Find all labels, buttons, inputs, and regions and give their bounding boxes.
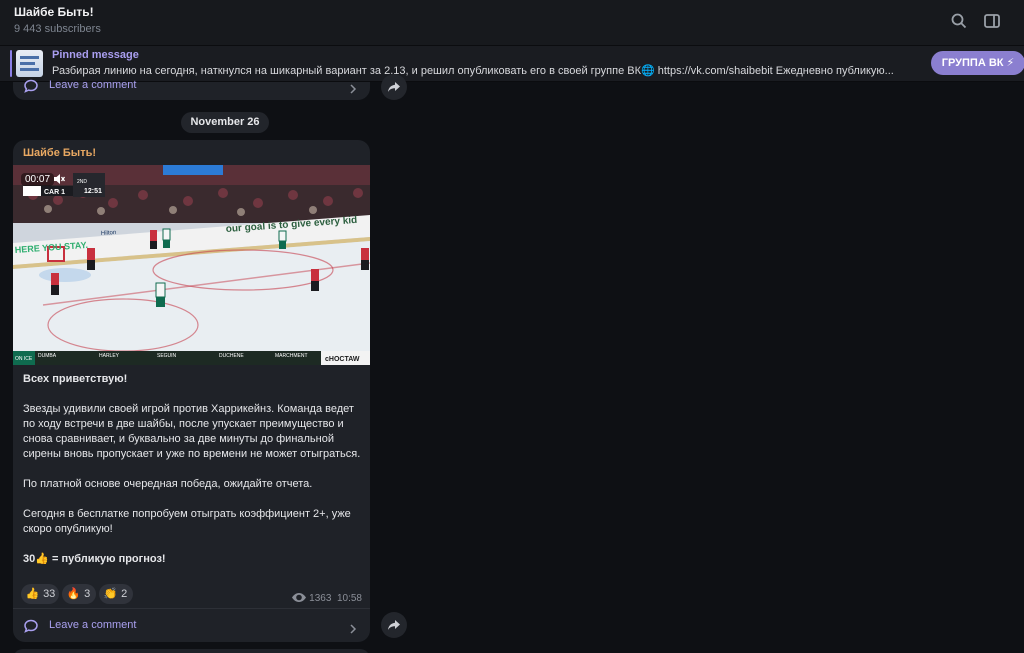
view-count: 1363 — [309, 593, 332, 604]
channel-post: Шайбе Быть! our goal is to give every ki… — [13, 140, 370, 642]
scorebug-team: CAR 1 — [44, 189, 65, 196]
vk-group-button[interactable]: ГРУППА ВК ⚡ — [931, 51, 1024, 75]
scorebug-period: 2ND — [77, 179, 87, 185]
previous-message: Leave a comment — [13, 79, 370, 100]
reaction-clap[interactable]: 👏 2 — [99, 584, 133, 604]
comment-icon — [23, 78, 39, 94]
chat-header: Шайбе Быть! 9 443 subscribers — [0, 0, 1024, 46]
reaction-fire[interactable]: 🔥 3 — [62, 584, 96, 604]
share-icon — [388, 620, 400, 630]
next-message-edge — [13, 649, 370, 653]
hockey-video-frame: our goal is to give every kid HERE YOU S… — [13, 165, 370, 365]
scorebug-clock: 12:51 — [84, 188, 102, 195]
comment-icon — [23, 618, 39, 634]
pinned-accent-bar — [10, 50, 12, 77]
post-call-to-action: 30👍 = публикую прогноз! — [23, 553, 166, 565]
share-button[interactable] — [381, 612, 407, 638]
lower-third-name: HARLEY — [99, 353, 120, 359]
channel-title[interactable]: Шайбе Быть! — [14, 5, 94, 19]
views-icon — [292, 593, 307, 602]
board-sponsor-text: Hilton — [101, 230, 117, 237]
leave-comment-label: Leave a comment — [49, 79, 137, 91]
broadcast-brand: ᴄHOCTAW — [325, 356, 360, 363]
lower-third-label: ON ICE — [15, 356, 33, 362]
post-text: Всех приветствую! Звезды удивили своей и… — [23, 372, 363, 582]
muted-icon[interactable] — [52, 172, 66, 186]
subscriber-count: 9 443 subscribers — [14, 23, 101, 35]
share-button[interactable] — [381, 74, 407, 100]
pinned-text: Разбирая линию на сегодня, наткнулся на … — [52, 65, 894, 77]
post-meta: 1363 10:58 — [292, 593, 362, 604]
lower-third-name: MARCHMENT — [275, 353, 308, 359]
post-time: 10:58 — [336, 593, 362, 604]
fire-icon: 🔥 — [66, 588, 81, 600]
leave-comment-label: Leave a comment — [49, 619, 137, 631]
lower-third-name: DUCHENE — [219, 353, 244, 359]
post-paragraph: Звезды удивили своей игрой против Харрик… — [23, 403, 361, 460]
chevron-right-icon — [348, 621, 358, 634]
video-timestamp: 00:07 — [21, 173, 55, 186]
post-paragraph: По платной основе очередная победа, ожид… — [23, 478, 313, 490]
search-icon[interactable] — [950, 12, 968, 30]
clap-icon: 👏 — [103, 588, 118, 600]
date-separator: November 26 — [181, 112, 269, 133]
share-icon — [388, 82, 400, 92]
reaction-count: 33 — [43, 588, 56, 600]
pinned-thumbnail — [16, 50, 43, 77]
leave-comment-link[interactable]: Leave a comment — [13, 79, 370, 100]
lower-third-name: SEGUIN — [157, 353, 177, 359]
thumbs-up-icon: 👍 — [25, 588, 40, 600]
pinned-message[interactable]: Pinned message Разбирая линию на сегодня… — [0, 46, 1024, 82]
post-paragraph: Сегодня в бесплатке попробуем отыграть к… — [23, 508, 351, 535]
post-author[interactable]: Шайбе Быть! — [23, 147, 96, 159]
sidebar-toggle-icon[interactable] — [983, 12, 1001, 30]
pinned-label: Pinned message — [52, 49, 139, 61]
lower-third-name: DUMBA — [38, 353, 57, 359]
reaction-count: 2 — [121, 588, 128, 600]
reaction-thumbs-up[interactable]: 👍 33 — [21, 584, 59, 604]
chevron-right-icon — [348, 81, 358, 94]
leave-comment-link[interactable]: Leave a comment — [13, 609, 370, 642]
video-player[interactable]: our goal is to give every kid HERE YOU S… — [13, 165, 370, 365]
post-greeting: Всех приветствую! — [23, 373, 128, 385]
reaction-count: 3 — [84, 588, 91, 600]
